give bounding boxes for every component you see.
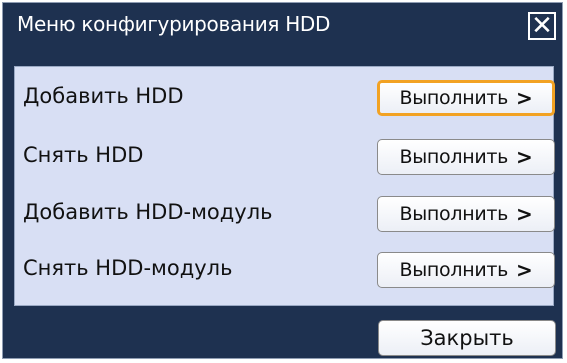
remove-hdd-execute-button[interactable]: Выполнить >	[377, 139, 555, 175]
chevron-right-icon: >	[516, 86, 533, 110]
add-hdd-module-label: Добавить HDD-модуль	[23, 200, 273, 224]
hdd-config-dialog: Меню конфигурирования HDD ✕ Добавить HDD…	[2, 2, 563, 359]
row-add-hdd: Добавить HDD Выполнить >	[15, 78, 555, 118]
execute-button-label: Выполнить	[399, 87, 509, 109]
remove-hdd-label: Снять HDD	[23, 143, 144, 167]
chevron-right-icon: >	[516, 202, 533, 226]
row-remove-hdd: Снять HDD Выполнить >	[15, 137, 555, 177]
execute-button-label: Выполнить	[399, 203, 509, 225]
close-icon[interactable]: ✕	[528, 12, 556, 40]
chevron-right-icon: >	[516, 258, 533, 282]
row-add-hdd-module: Добавить HDD-модуль Выполнить >	[15, 194, 555, 234]
add-hdd-execute-button[interactable]: Выполнить >	[377, 80, 555, 116]
execute-button-label: Выполнить	[399, 259, 509, 281]
title-bar: Меню конфигурирования HDD ✕	[3, 3, 562, 49]
add-hdd-label: Добавить HDD	[23, 84, 184, 108]
dialog-title: Меню конфигурирования HDD	[17, 12, 331, 36]
remove-hdd-module-label: Снять HDD-модуль	[23, 256, 233, 280]
actions-panel: Добавить HDD Выполнить > Снять HDD Выпол…	[14, 66, 555, 306]
close-button[interactable]: Закрыть	[378, 320, 556, 356]
row-remove-hdd-module: Снять HDD-модуль Выполнить >	[15, 250, 555, 290]
execute-button-label: Выполнить	[399, 146, 509, 168]
chevron-right-icon: >	[516, 145, 533, 169]
remove-hdd-module-execute-button[interactable]: Выполнить >	[377, 252, 555, 288]
add-hdd-module-execute-button[interactable]: Выполнить >	[377, 196, 555, 232]
